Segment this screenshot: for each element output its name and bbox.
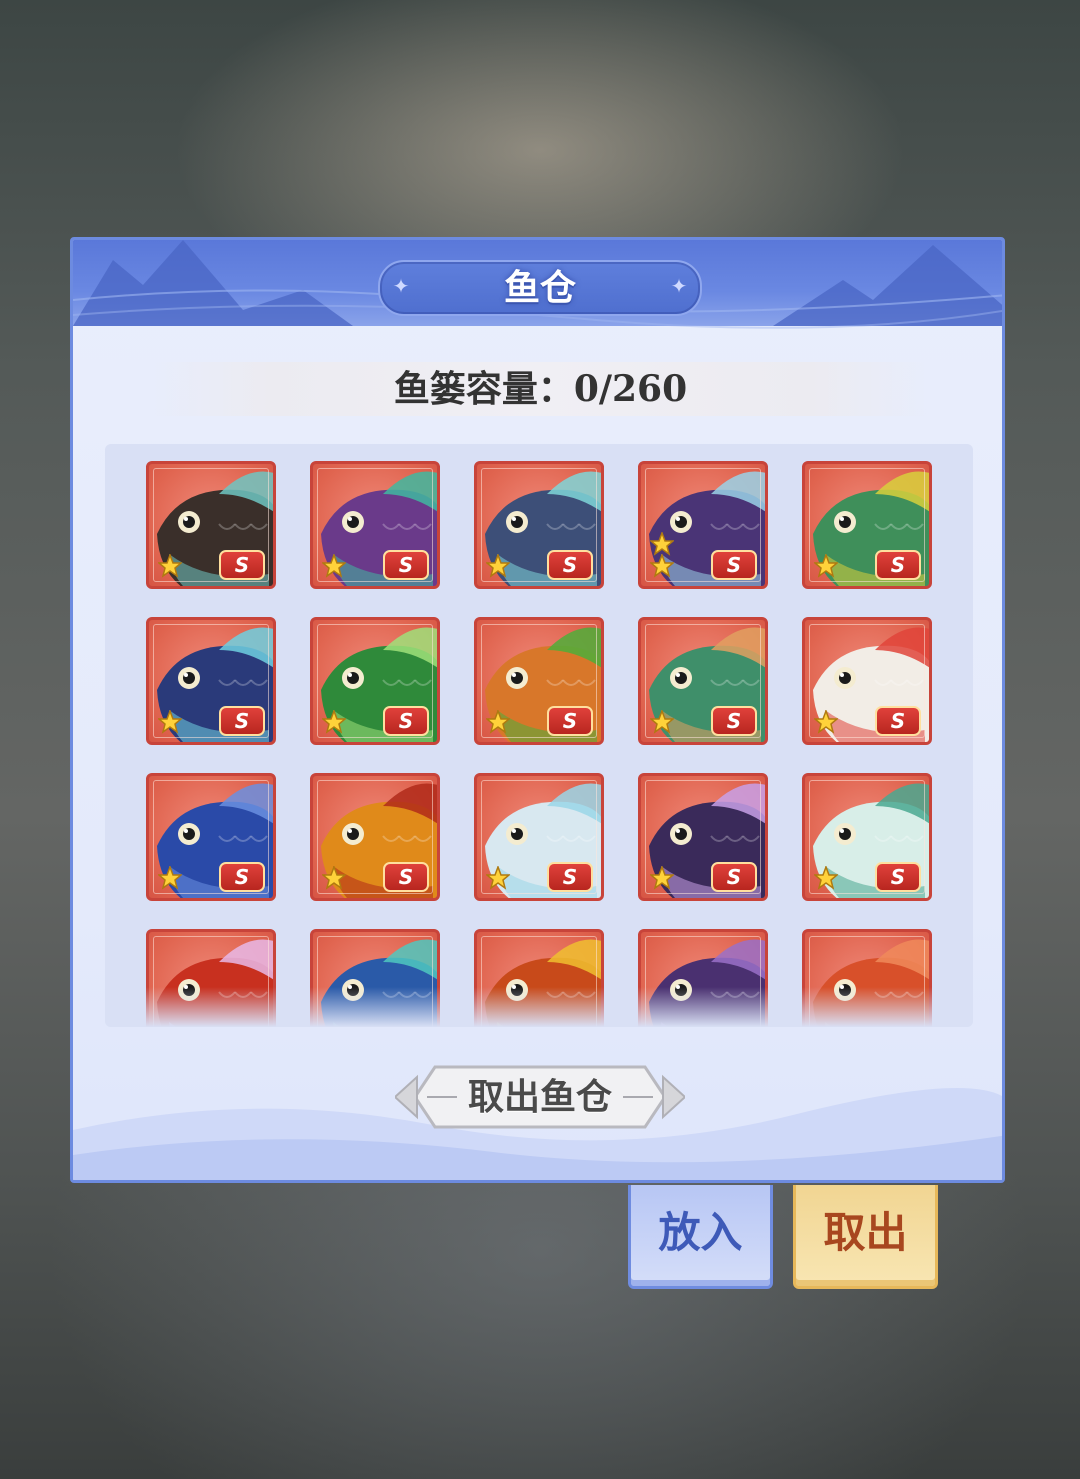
fish-slot[interactable]: S <box>802 617 932 745</box>
star-icon <box>650 554 674 578</box>
star-icon <box>322 554 346 578</box>
fish-slot[interactable]: S <box>638 461 768 589</box>
star-icon <box>486 710 510 734</box>
star-icon <box>650 866 674 890</box>
rarity-badge: S <box>711 550 757 580</box>
star-icon <box>814 554 838 578</box>
star-icon <box>158 710 182 734</box>
fish-slot[interactable]: S <box>310 461 440 589</box>
fish-grid: S S S S S S S S S S S S S S S <box>105 444 973 1027</box>
star-icon <box>650 532 674 556</box>
fish-slot[interactable]: S <box>638 773 768 901</box>
take-out-storage-label: 取出鱼仓 <box>467 1076 612 1118</box>
star-icon <box>158 554 182 578</box>
fish-slot[interactable]: S <box>802 461 932 589</box>
star-icon <box>814 866 838 890</box>
fish-slot[interactable]: S <box>146 617 276 745</box>
panel-title: 鱼仓 <box>503 267 576 309</box>
rarity-badge: S <box>383 706 429 736</box>
fish-slot[interactable]: S <box>474 461 604 589</box>
fish-slot[interactable]: S <box>146 461 276 589</box>
rarity-badge: S <box>547 550 593 580</box>
star-icon <box>486 554 510 578</box>
put-in-button[interactable]: 放入 <box>628 1185 773 1289</box>
rarity-badge: S <box>711 862 757 892</box>
take-out-button[interactable]: 取出 <box>793 1185 938 1289</box>
fish-slot[interactable]: S <box>638 617 768 745</box>
fish-slot[interactable]: S <box>802 773 932 901</box>
star-icon <box>486 866 510 890</box>
rarity-badge: S <box>875 550 921 580</box>
grid-scroll-fade <box>105 987 973 1027</box>
fish-storage-panel: ✦ ✦ 鱼仓 鱼篓容量：0/260 S S S S S S S S S S S S S S S 取出鱼仓 <box>70 237 1005 1183</box>
fish-slot[interactable]: S <box>474 617 604 745</box>
rarity-badge: S <box>219 706 265 736</box>
rarity-badge: S <box>383 550 429 580</box>
fish-slot[interactable]: S <box>310 773 440 901</box>
rarity-badge: S <box>219 550 265 580</box>
panel-header: ✦ ✦ 鱼仓 <box>73 240 1002 329</box>
star-icon <box>650 710 674 734</box>
rarity-badge: S <box>219 862 265 892</box>
take-out-storage-button[interactable]: 取出鱼仓 <box>395 1062 685 1132</box>
basket-capacity: 鱼篓容量：0/260 <box>153 362 928 416</box>
fish-slot[interactable]: S <box>146 773 276 901</box>
fish-slot[interactable]: S <box>474 773 604 901</box>
rarity-badge: S <box>711 706 757 736</box>
star-icon <box>322 866 346 890</box>
star-icon <box>322 710 346 734</box>
star-icon <box>158 866 182 890</box>
rarity-badge: S <box>547 862 593 892</box>
star-icon <box>814 710 838 734</box>
rarity-badge: S <box>875 862 921 892</box>
rarity-badge: S <box>875 706 921 736</box>
title-plate: ✦ ✦ 鱼仓 <box>378 260 702 316</box>
fish-slot[interactable]: S <box>310 617 440 745</box>
rarity-badge: S <box>547 706 593 736</box>
rarity-badge: S <box>383 862 429 892</box>
